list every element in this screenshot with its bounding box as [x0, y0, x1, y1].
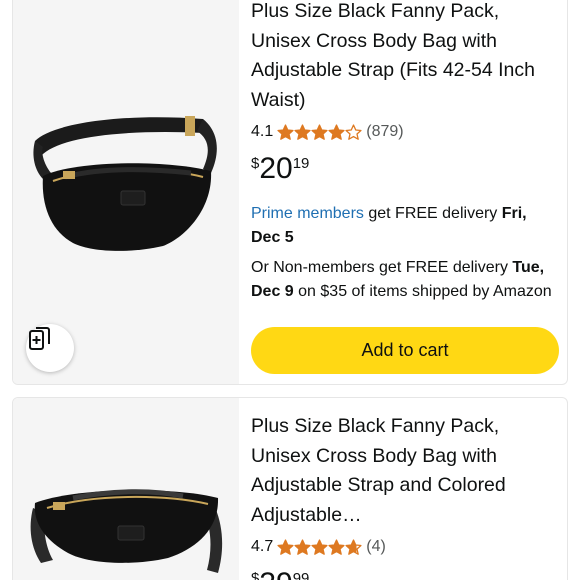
add-to-cart-button[interactable]: Add to cart	[251, 327, 559, 374]
star-icon	[328, 123, 345, 140]
price: $ 20 19	[251, 152, 557, 190]
rating-row[interactable]: 4.7 (4)	[251, 535, 557, 559]
compare-button[interactable]	[26, 324, 74, 372]
price-fraction: 99	[292, 570, 310, 580]
price: $ 39 99	[251, 567, 557, 580]
rating-value: 4.7	[251, 538, 274, 555]
rating-value: 4.1	[251, 123, 274, 140]
product-title[interactable]: Plus Size Black Fanny Pack, Unisex Cross…	[251, 412, 557, 530]
product-info: Plus Size Black Fanny Pack, Unisex Cross…	[251, 412, 557, 580]
star-icon	[311, 538, 328, 555]
price-whole: 20	[259, 152, 293, 185]
star-icon	[311, 123, 328, 140]
compare-cards-icon	[29, 327, 50, 350]
star-icon	[294, 538, 311, 555]
nonmember-delivery-suffix: on $35 of items shipped by Amazon	[293, 282, 552, 300]
product-image[interactable]	[13, 398, 239, 580]
star-icon	[277, 123, 294, 140]
product-title[interactable]: Plus Size Black Fanny Pack, Unisex Cross…	[251, 0, 557, 115]
product-card[interactable]: Plus Size Black Fanny Pack, Unisex Cross…	[12, 0, 568, 385]
fanny-pack-image	[30, 489, 223, 573]
star-rating	[277, 123, 362, 141]
review-count: (879)	[366, 123, 404, 140]
prime-members-link[interactable]: Prime members	[251, 205, 364, 222]
product-image[interactable]	[13, 0, 239, 384]
prime-delivery-text: get FREE delivery	[363, 205, 502, 222]
star-icon	[294, 123, 311, 140]
review-count: (4)	[366, 538, 386, 555]
price-symbol: $	[251, 570, 260, 580]
price-symbol: $	[251, 155, 260, 172]
nonmember-delivery-prefix: Or Non-members get FREE delivery	[251, 259, 513, 276]
star-icon	[328, 538, 345, 555]
price-whole: 39	[259, 567, 292, 580]
star-icon	[277, 538, 294, 555]
star-rating	[277, 538, 362, 556]
rating-row[interactable]: 4.1 (879)	[251, 120, 557, 144]
price-fraction: 19	[292, 155, 310, 172]
nonmember-delivery: Or Non-members get FREE delivery Tue, De…	[251, 256, 557, 303]
product-card[interactable]: Plus Size Black Fanny Pack, Unisex Cross…	[12, 397, 568, 580]
prime-delivery: Prime members get FREE delivery Fri, Dec…	[251, 202, 557, 249]
product-info: Plus Size Black Fanny Pack, Unisex Cross…	[251, 0, 557, 303]
star-icon	[345, 123, 362, 140]
star-icon	[345, 538, 362, 555]
